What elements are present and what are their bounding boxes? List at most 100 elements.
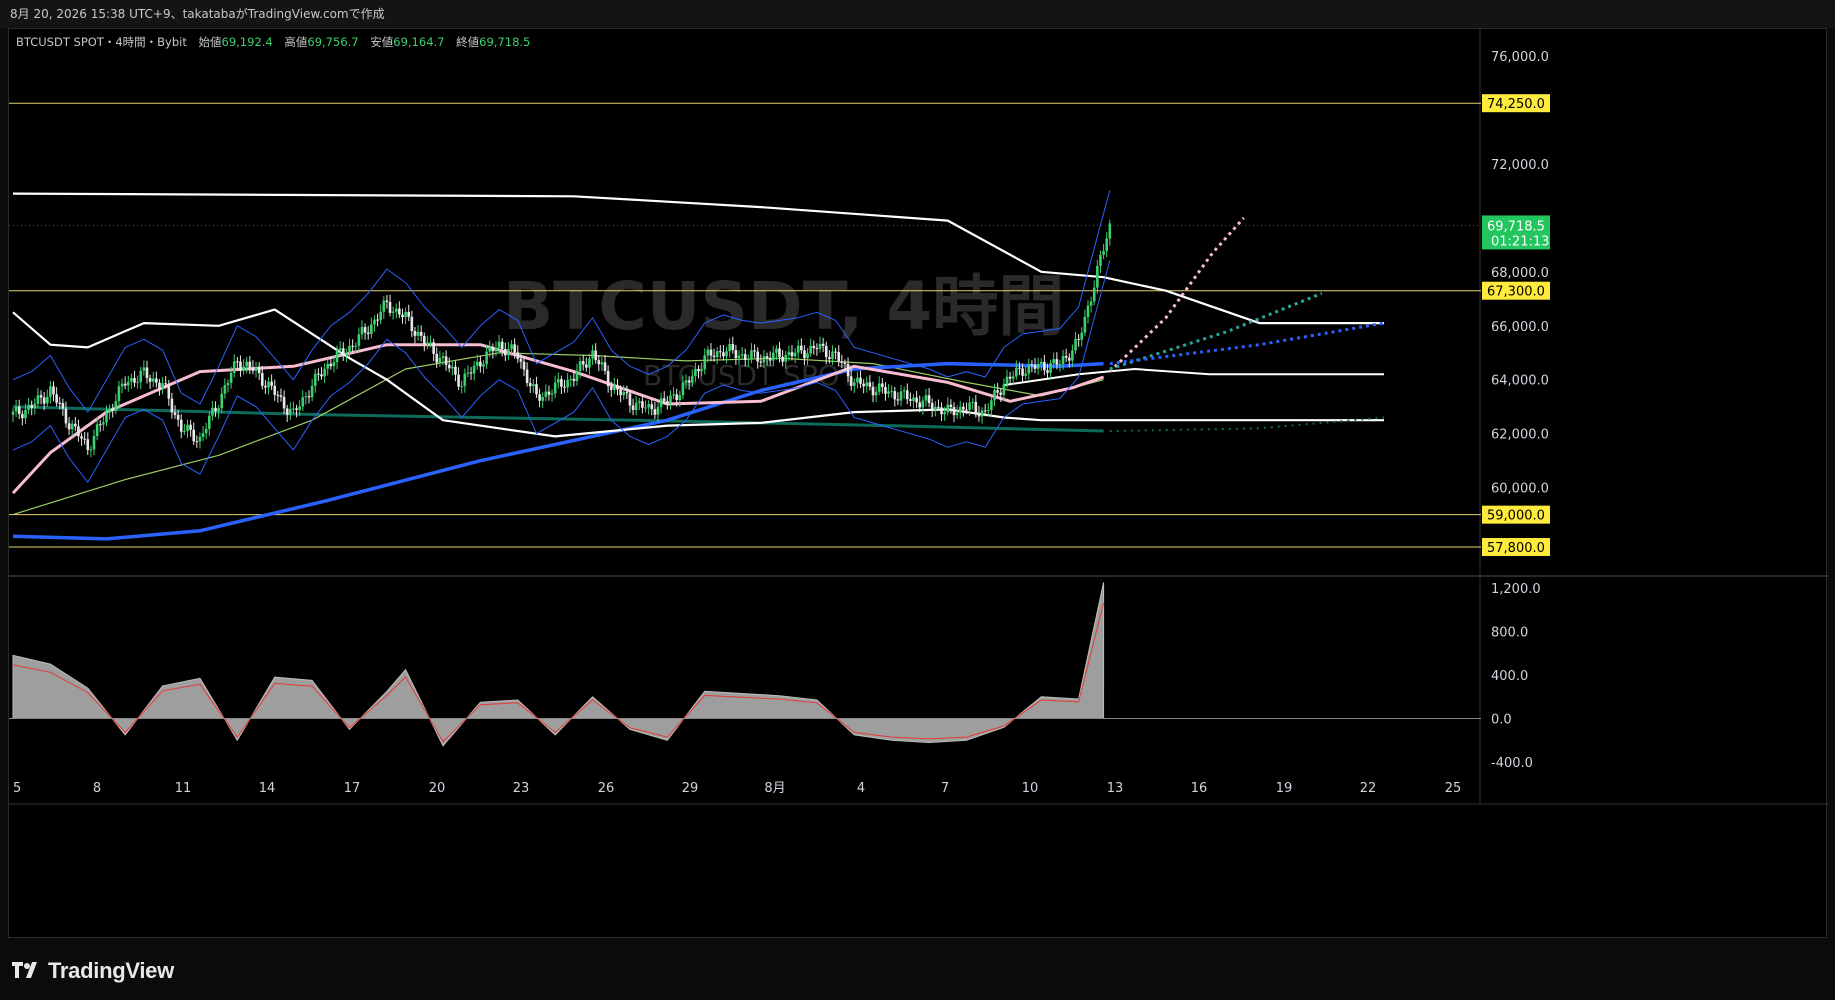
candle-body [404,311,407,318]
low-label: 安値 [370,35,394,49]
candle-body [1071,350,1074,361]
candle-body [1077,338,1080,340]
candle-body [815,348,819,350]
high-label: 高値 [284,35,308,49]
close-label: 終値 [456,35,480,49]
ohlc-legend: BTCUSDT SPOT・4時間・Bybit 始値69,192.4 高値69,7… [16,34,530,50]
price-tick-label: 66,000.0 [1491,320,1549,335]
candle-body [902,390,906,392]
candle-body [133,378,136,383]
candle-body [260,373,264,386]
candle-body [737,355,741,359]
candle-body [616,385,619,390]
time-tick-label: 10 [1022,781,1039,796]
candle-body [560,379,563,387]
candle-body [335,350,339,363]
projection-teal [1109,292,1323,371]
candle-body [70,423,74,430]
candle-body [603,362,607,371]
candle-body [828,357,831,360]
candle-body [155,378,158,383]
candle-body [1043,361,1046,371]
candle-body [927,395,931,403]
candle-body [818,343,822,349]
candle-body [1049,363,1052,373]
candle-body [553,382,557,394]
candle-body [569,378,573,380]
candle-body [39,395,43,398]
candle-body [905,390,909,400]
candle-body [239,361,242,371]
candle-body [323,368,326,377]
candle-body [357,334,361,346]
candle-body [55,394,58,403]
candle-body [285,408,289,415]
candle-body [715,351,719,358]
candle-body [173,412,177,415]
candle-body [768,358,772,361]
open-label: 始値 [198,35,222,49]
candle-body [170,398,174,413]
candle-body [1067,357,1071,361]
candle-body [856,377,859,383]
chart-canvas[interactable]: BTCUSDT, 4時間BTCUSDT SPOT76,000.072,000.0… [9,29,1828,939]
candle-body [644,407,647,409]
candle-body [965,409,968,411]
tradingview-logo[interactable]: TradingView [12,958,174,984]
candle-body [1039,361,1043,364]
candle-body [192,429,196,442]
candle-body [204,428,208,434]
candle-body [58,402,62,404]
candle-body [528,382,532,387]
candle-body [189,424,192,430]
candle-body [245,361,248,367]
candle-body [958,406,962,413]
candle-body [407,311,411,317]
candle-body [806,353,809,359]
candle-body [743,354,747,361]
candle-body [824,345,828,358]
candle-body [385,300,389,303]
candle-body [472,365,476,374]
candle-body [971,401,974,403]
candle-body [441,356,445,359]
chart-frame[interactable]: BTCUSDT, 4時間 BTCUSDT SPOT 76,000.0 72,000.0… [8,28,1828,939]
candle-body [803,350,806,359]
candle-body [641,401,644,408]
candle-body [111,409,115,411]
time-tick-label: 4 [857,781,865,796]
candle-body [1030,364,1034,366]
candle-body [912,397,915,401]
candle-body [142,367,146,371]
candle-body [868,382,872,387]
candle-body [494,348,498,352]
candle-body [1058,363,1062,365]
candle-body [1083,316,1087,333]
level-price-tag-text: 74,250.0 [1487,97,1545,112]
candle-body [102,422,105,425]
candle-body [581,361,585,365]
candle-body [706,349,710,356]
candle-body [30,404,33,409]
candle-body [379,311,382,321]
candle-body [977,412,981,417]
candle-body [114,401,118,411]
candle-body [254,367,258,371]
footer [0,938,1835,1000]
time-tick-label: 20 [429,781,446,796]
candle-body [597,360,601,365]
candle-body [226,382,230,386]
candle-body [753,350,756,352]
candle-body [183,431,186,433]
candle-body [376,319,379,321]
candle-body [1086,305,1090,317]
candle-body [993,390,996,401]
candle-body [273,385,277,395]
candle-body [653,409,657,415]
candle-body [728,343,731,352]
candle-body [731,343,735,351]
candle-body [846,363,850,377]
candle-body [809,345,812,354]
candle-body [92,435,96,450]
candle-body [877,383,881,392]
